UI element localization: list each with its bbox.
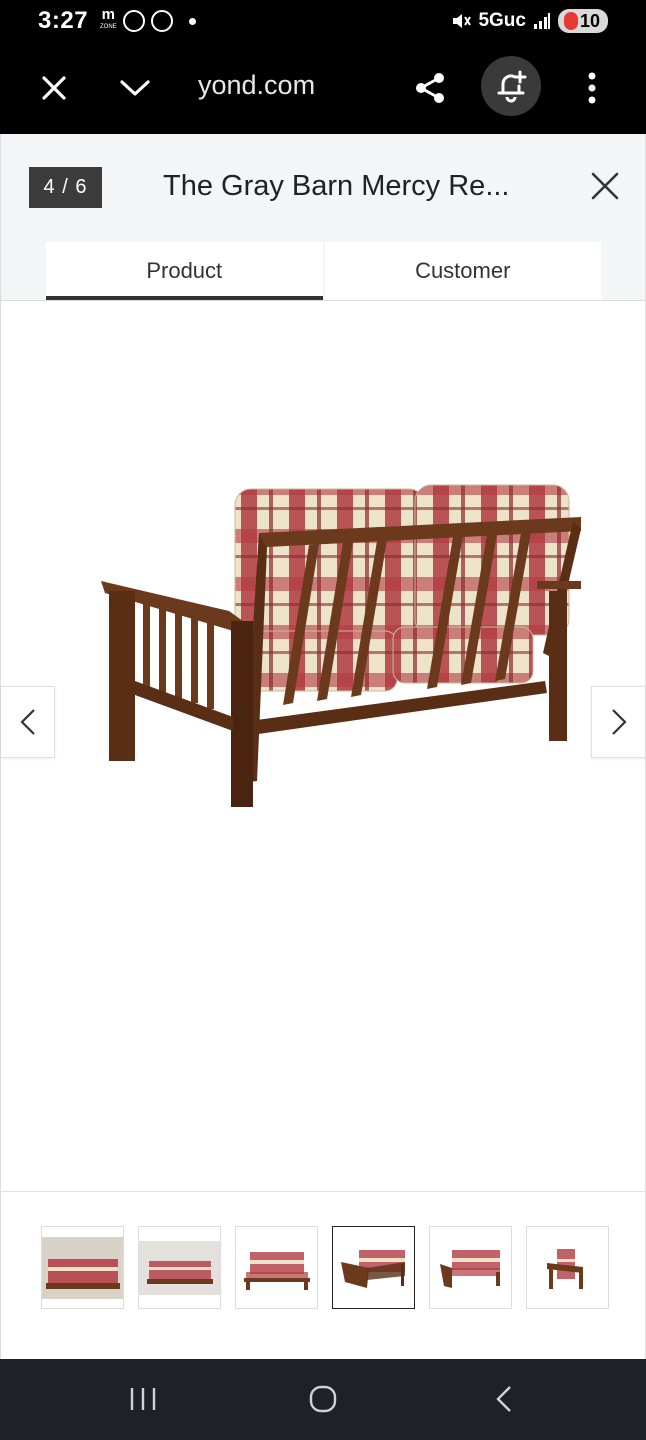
image-counter: 4 / 6 [29,167,102,208]
more-vert-icon[interactable] [568,64,616,112]
tab-product[interactable]: Product [46,242,323,301]
thumbnail-image [42,1236,123,1299]
thumbnail-image [340,1249,405,1288]
thumbnail-4[interactable] [332,1226,415,1309]
thumbnail-5[interactable] [429,1226,512,1309]
next-image-button[interactable] [591,686,645,758]
home-icon[interactable] [303,1381,343,1417]
product-image [101,484,581,807]
browser-toolbar: yond.com [0,42,646,134]
thumbnail-image [546,1248,583,1289]
chevron-left-icon [19,709,35,735]
basketball-icon [150,10,173,32]
recent-apps-icon[interactable] [123,1381,163,1417]
battery-level: 10 [579,10,600,31]
status-time: 3:27 [38,7,89,34]
notification-icons: m ZONE [100,6,196,33]
system-status: 5Guc 10 [451,9,608,33]
thumbnail-3[interactable] [235,1226,318,1309]
thumbnail-6[interactable] [526,1226,609,1309]
image-viewer: 4 / 6 The Gray Barn Mercy Re... Product … [0,134,646,1359]
network-label: 5Guc [478,10,526,31]
close-viewer-icon[interactable] [585,166,625,206]
mzone-icon: m ZONE [100,6,117,30]
image-stage [1,301,645,1191]
viewer-header: 4 / 6 The Gray Barn Mercy Re... Product … [1,134,645,301]
chevron-right-icon [611,709,627,735]
chevron-down-icon[interactable] [111,64,159,112]
thumbnail-strip [41,1226,609,1309]
battery-icon: 10 [557,9,608,33]
thumbnail-image [243,1251,310,1290]
prev-image-button[interactable] [1,686,55,758]
signal-icon [533,13,550,29]
thumbnail-image [439,1249,500,1288]
thumbnail-image [139,1240,220,1295]
thumbnail-2[interactable] [138,1226,221,1309]
mute-icon [453,14,472,28]
threads-icon [122,10,145,32]
system-nav-bar [0,1359,646,1440]
back-icon[interactable] [484,1381,524,1417]
tab-customer[interactable]: Customer [322,242,601,300]
notification-dot-icon [188,17,196,25]
thumbnail-1[interactable] [41,1226,124,1309]
close-icon[interactable] [30,64,78,112]
share-icon[interactable] [406,64,454,112]
divider [1,1191,645,1192]
url-text[interactable]: yond.com [198,70,315,101]
viewer-tabs: Product Customer [46,242,601,301]
bell-plus-icon[interactable] [481,56,541,116]
status-bar: 3:27 m ZONE 5Guc 10 [0,0,646,42]
product-title: The Gray Barn Mercy Re... [163,170,510,202]
